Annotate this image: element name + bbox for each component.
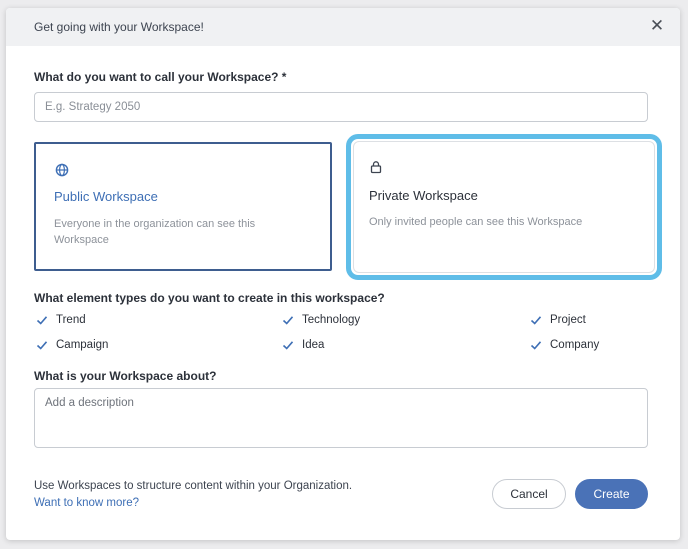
public-workspace-description: Everyone in the organization can see thi… [54,218,256,246]
checkbox-label: Project [550,314,586,326]
dialog-title: Get going with your Workspace! [34,20,204,34]
about-label: What is your Workspace about? [34,369,217,383]
close-icon[interactable]: ✕ [648,17,666,35]
checkbox-label: Campaign [56,339,109,351]
name-field-label: What do you want to call your Workspace?… [34,70,287,84]
dialog-header: Get going with your Workspace! ✕ [6,8,680,46]
checkbox-company[interactable]: Company [530,339,599,351]
private-workspace-option[interactable]: Private Workspace Only invited people ca… [346,134,662,280]
checkbox-technology[interactable]: Technology [282,314,360,326]
footer-info-text: Use Workspaces to structure content with… [34,480,353,492]
element-types-label: What element types do you want to create… [34,291,385,305]
check-icon [282,341,294,350]
check-icon [36,341,48,350]
check-icon [36,316,48,325]
private-workspace-card-inner: Private Workspace Only invited people ca… [353,141,655,273]
checkbox-trend[interactable]: Trend [36,314,86,326]
public-workspace-option[interactable]: Public Workspace Everyone in the organiz… [34,142,332,271]
checkbox-idea[interactable]: Idea [282,339,324,351]
check-icon [530,316,542,325]
check-icon [530,341,542,350]
check-icon [282,316,294,325]
lock-icon [370,161,382,174]
learn-more-link[interactable]: Want to know more? [34,497,139,509]
private-workspace-description: Only invited people can see this Workspa… [369,216,583,228]
public-workspace-title: Public Workspace [54,189,158,204]
checkbox-label: Trend [56,314,86,326]
checkbox-campaign[interactable]: Campaign [36,339,108,351]
checkbox-project[interactable]: Project [530,314,586,326]
description-textarea[interactable] [34,388,648,448]
create-workspace-dialog: Get going with your Workspace! ✕ What do… [6,8,680,540]
checkbox-label: Company [550,339,600,351]
cancel-button[interactable]: Cancel [492,479,566,509]
create-button[interactable]: Create [575,479,648,509]
globe-icon [55,163,69,177]
checkbox-label: Idea [302,339,325,351]
checkbox-label: Technology [302,314,361,326]
workspace-name-input[interactable] [34,92,648,122]
private-workspace-title: Private Workspace [369,188,478,203]
